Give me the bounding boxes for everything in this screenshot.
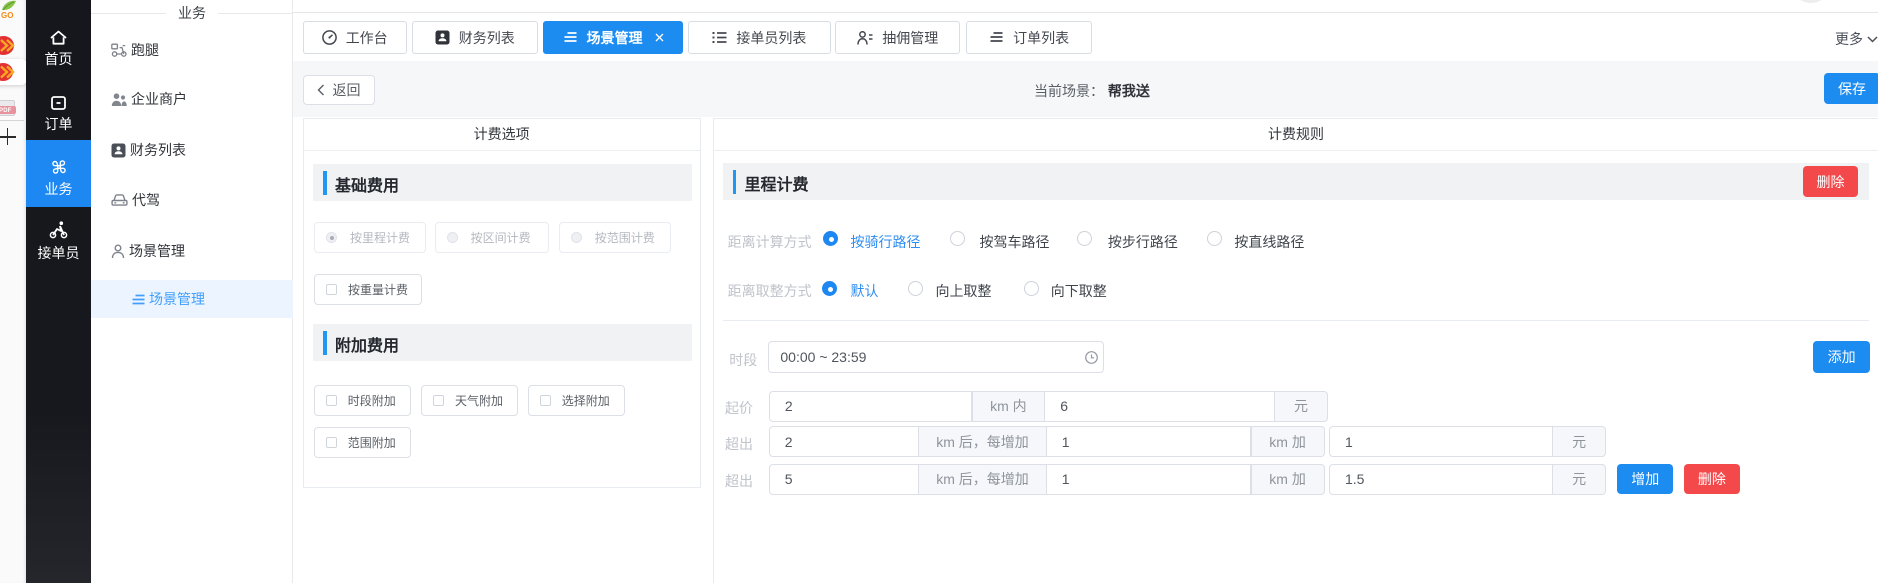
svg-text:GO: GO: [1, 11, 13, 20]
